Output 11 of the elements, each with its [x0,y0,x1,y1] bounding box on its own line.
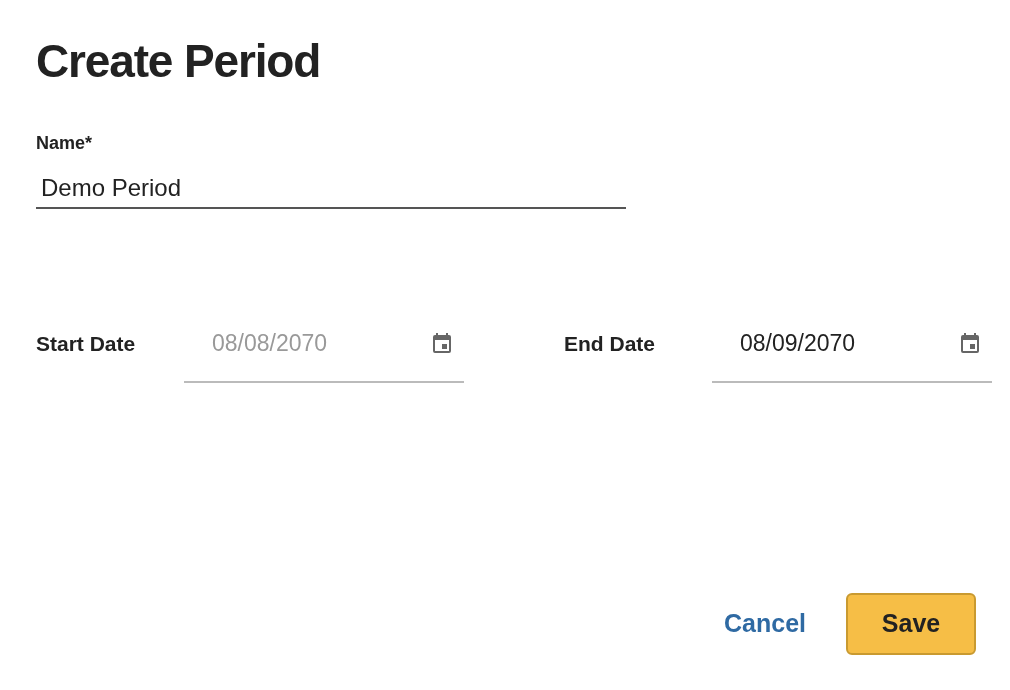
field-label: End Date [564,331,656,358]
field-label: Start Date [36,331,137,358]
calendar-icon[interactable] [958,331,982,355]
calendar-icon[interactable] [430,331,454,355]
page-title: Create Period [36,38,321,84]
date-field[interactable]: 08/09/2070 [740,325,940,361]
cancel-link[interactable]: Cancel [724,605,806,643]
date-field[interactable]: 08/08/2070 [212,325,412,361]
save-button[interactable]: Save [846,593,976,655]
field-label: Name* [36,132,93,155]
name-field[interactable]: Demo Period [36,169,626,209]
